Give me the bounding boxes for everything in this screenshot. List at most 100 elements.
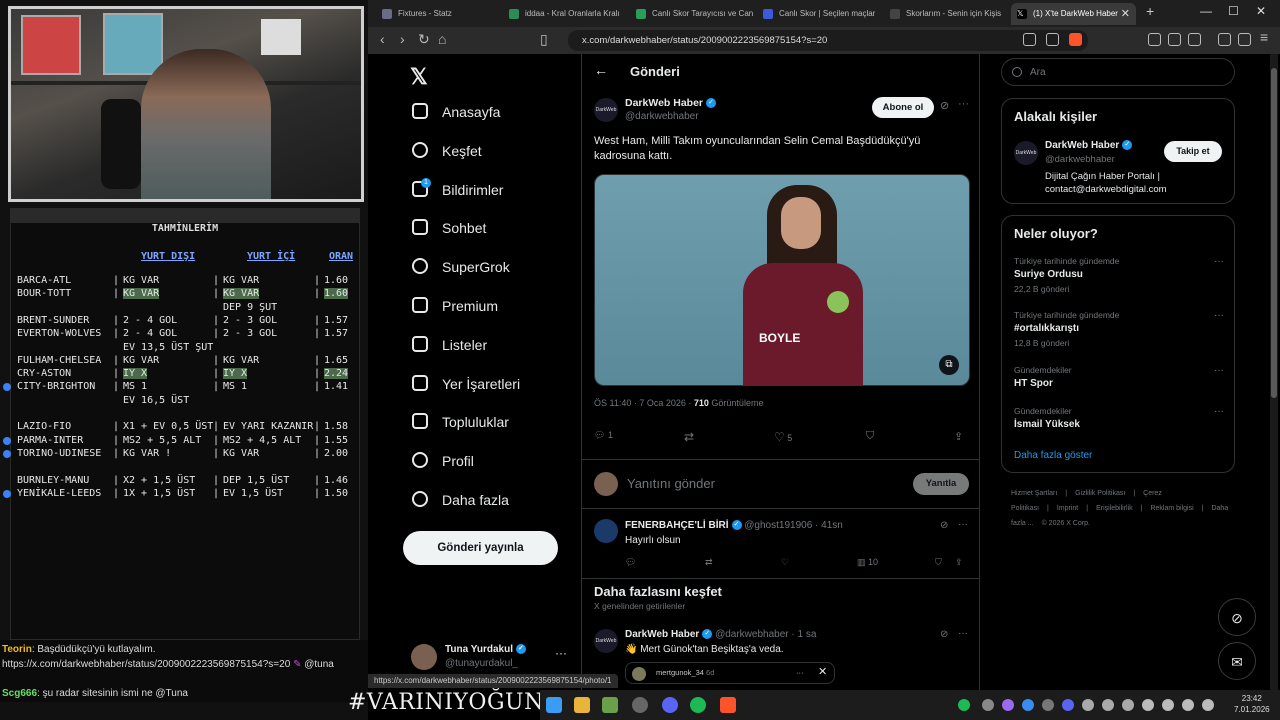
reload-icon[interactable]: ↻ — [418, 31, 430, 48]
comment-author[interactable]: FENERBAHÇE'Lİ BİRİ ✓ @ghost191906 · 41sn — [625, 520, 843, 531]
vpn-icon[interactable] — [1238, 33, 1251, 46]
browser-tab[interactable]: 𝕏 (1) X'te DarkWeb Haber ✕ — [1011, 3, 1136, 25]
notepad-icon[interactable] — [602, 697, 618, 713]
browser-tab[interactable]: Skorlarım - Senin için Kişis — [884, 3, 1009, 25]
rec-author[interactable]: DarkWeb Haber ✓ @darkwebhaber · 1 sa — [625, 629, 816, 640]
author-avatar[interactable]: DarkWeb — [594, 629, 618, 653]
x-logo-icon[interactable]: 𝕏 — [410, 64, 428, 90]
heart-icon[interactable]: ♡ — [781, 557, 789, 568]
close-tab-icon[interactable]: ✕ — [1121, 3, 1130, 25]
more-icon[interactable]: ··· — [1214, 365, 1224, 376]
trend-item[interactable]: Gündemdekiler İsmail Yüksek ··· — [1014, 406, 1224, 430]
more-icon[interactable]: ··· — [958, 519, 968, 530]
discord-icon[interactable] — [662, 697, 678, 713]
download-icon[interactable] — [1188, 33, 1201, 46]
nav-item-x-premium[interactable]: Premium — [412, 291, 498, 321]
footer-link[interactable]: Gizlilik Politikası — [1075, 490, 1125, 497]
maximize-icon[interactable]: ☐ — [1228, 4, 1239, 18]
show-more-link[interactable]: Daha fazla göster — [1014, 450, 1092, 461]
more-icon[interactable]: ··· — [796, 663, 804, 683]
bookmark-page-icon[interactable]: ▯ — [540, 31, 548, 48]
reply-icon[interactable]: 💬︎ — [625, 557, 636, 568]
footer-link[interactable]: Hizmet Şartları — [1011, 490, 1057, 497]
bookmark-icon[interactable]: ⛉ — [935, 557, 942, 568]
brave-shield-icon[interactable] — [1069, 33, 1082, 46]
scrollbar-thumb[interactable] — [1271, 68, 1277, 398]
grok-icon[interactable]: ⊘ — [940, 629, 948, 640]
trend-item[interactable]: Gündemdekiler HT Spor ··· — [1014, 365, 1224, 389]
spotify-tray-icon[interactable] — [958, 699, 970, 711]
home-browser-icon[interactable]: ⌂ — [438, 31, 446, 47]
tray-icon[interactable] — [1042, 699, 1054, 711]
quoted-post[interactable]: mertgunok_34 6d ··· ✕ — [625, 662, 835, 684]
nav-item-home[interactable]: Anasayfa — [412, 97, 500, 127]
puzzle-icon[interactable] — [1168, 33, 1181, 46]
close-window-icon[interactable]: ✕ — [1256, 4, 1266, 18]
related-handle[interactable]: @darkwebhaber — [1045, 154, 1115, 165]
clock[interactable]: 23:42 7.01.2026 — [1234, 693, 1270, 715]
share-icon[interactable]: ⇪ — [955, 557, 963, 568]
avatar[interactable] — [594, 519, 618, 543]
nav-item-search[interactable]: Keşfet — [412, 136, 482, 166]
repost-icon[interactable]: ⇄ — [705, 557, 713, 568]
more-icon[interactable]: ··· — [958, 98, 969, 110]
back-icon[interactable]: ‹ — [380, 31, 385, 47]
new-tab-icon[interactable]: + — [1146, 3, 1154, 19]
discord-tray-icon[interactable] — [1062, 699, 1074, 711]
author-name[interactable]: DarkWeb Haber ✓ — [625, 97, 717, 109]
volume-icon[interactable] — [1182, 699, 1194, 711]
bluetooth-icon[interactable] — [1022, 699, 1034, 711]
follow-button[interactable]: Takip et — [1164, 141, 1222, 162]
footer-link[interactable]: Imprint — [1057, 505, 1078, 512]
nav-item-bookmark[interactable]: Yer İşaretleri — [412, 369, 520, 399]
author-avatar[interactable]: DarkWeb — [1014, 141, 1038, 165]
trend-item[interactable]: Türkiye tarihinde gündemde Suriye Ordusu 2… — [1014, 256, 1224, 294]
back-arrow-icon[interactable]: ← — [594, 62, 608, 78]
file-explorer-icon[interactable] — [574, 697, 590, 713]
reply-action[interactable]: 💬︎ 1 — [594, 430, 613, 441]
media-options-icon[interactable]: ⧉ — [939, 355, 959, 375]
footer-link[interactable]: Reklam bilgisi — [1150, 505, 1193, 512]
tray-icon[interactable] — [1102, 699, 1114, 711]
tray-icon[interactable] — [1002, 699, 1014, 711]
nav-item-communities[interactable]: Topluluklar — [412, 407, 509, 437]
forward-icon[interactable]: › — [400, 31, 405, 47]
tray-icon[interactable] — [982, 699, 994, 711]
nav-item-profile[interactable]: Profil — [412, 446, 474, 476]
scrollbar[interactable] — [1270, 54, 1278, 690]
bookmark-icon[interactable]: ⛉ — [866, 430, 874, 443]
nav-item-grok[interactable]: SuperGrok — [412, 252, 510, 282]
more-icon[interactable]: ··· — [1214, 310, 1224, 321]
battery-icon[interactable] — [1202, 699, 1214, 711]
footer-link[interactable]: © 2026 X Corp. — [1042, 520, 1090, 527]
grok-icon[interactable]: ⊘ — [940, 99, 949, 112]
share-icon[interactable]: ⇪ — [954, 430, 963, 443]
nav-item-more[interactable]: Daha fazla — [412, 485, 509, 515]
microphone-icon[interactable] — [1142, 699, 1154, 711]
grok-fab-icon[interactable]: ⊘ — [1218, 598, 1256, 636]
comment[interactable]: FENERBAHÇE'Lİ BİRİ ✓ @ghost191906 · 41sn … — [582, 509, 979, 579]
like-action[interactable]: ♡ 5 — [774, 430, 792, 444]
more-icon[interactable]: ··· — [555, 646, 567, 660]
related-name[interactable]: DarkWeb Haber ✓ — [1045, 140, 1133, 151]
close-icon[interactable]: ✕ — [818, 662, 827, 682]
repost-icon[interactable]: ⇄ — [684, 430, 694, 444]
trend-item[interactable]: Türkiye tarihinde gündemde #ortalıkkarışt… — [1014, 310, 1224, 348]
author-avatar[interactable]: DarkWeb — [594, 98, 618, 122]
obs-icon[interactable] — [632, 697, 648, 713]
search-input[interactable]: Ara — [1001, 58, 1235, 86]
reply-button[interactable]: Yanıtla — [913, 473, 969, 495]
post-button[interactable]: Gönderi yayınla — [403, 531, 558, 565]
author-handle[interactable]: @darkwebhaber — [625, 111, 699, 122]
views-action[interactable]: ▥ 10 — [857, 557, 878, 568]
extension-icon[interactable] — [1148, 33, 1161, 46]
nav-item-mail[interactable]: Sohbet — [412, 213, 486, 243]
browser-tab[interactable]: Canlı Skor Tarayıcısı ve Can — [630, 3, 755, 25]
menu-icon[interactable]: ≡ — [1260, 29, 1268, 45]
url-field[interactable]: x.com/darkwebhaber/status/20090022235698… — [568, 30, 1088, 51]
more-icon[interactable]: ··· — [1214, 256, 1224, 267]
minimize-icon[interactable]: — — [1200, 4, 1212, 18]
share-icon[interactable] — [1046, 33, 1059, 46]
browser-tab[interactable]: iddaa - Kral Oranlarla Kralı — [503, 3, 628, 25]
nav-item-list[interactable]: Listeler — [412, 330, 487, 360]
